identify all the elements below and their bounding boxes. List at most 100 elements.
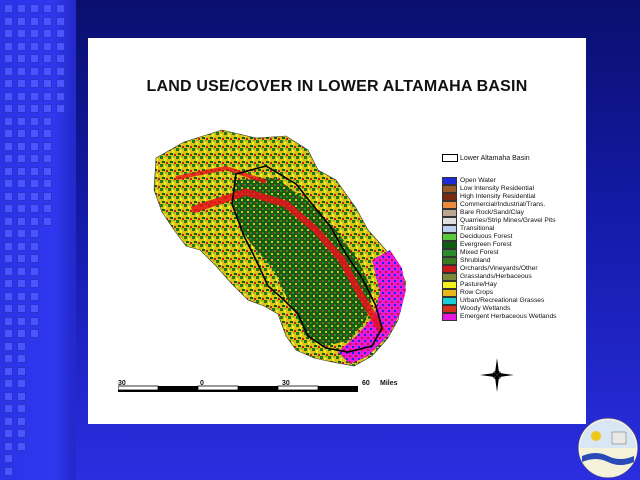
organization-logo-icon bbox=[577, 417, 638, 478]
decorative-square bbox=[17, 141, 26, 151]
decorative-square bbox=[43, 79, 52, 88]
decorative-square bbox=[4, 341, 13, 351]
legend-label: Orchards/Vineyards/Other bbox=[460, 265, 538, 272]
decorative-square bbox=[17, 129, 26, 138]
decorative-square bbox=[4, 154, 13, 163]
legend-item: Quarries/Strip Mines/Gravel Pits bbox=[442, 217, 557, 225]
legend-item: Pasture/Hay bbox=[442, 281, 557, 289]
decorative-square bbox=[17, 304, 26, 313]
decorative-square bbox=[4, 404, 13, 413]
legend-label: Mixed Forest bbox=[460, 249, 499, 256]
legend-item: Row Crops bbox=[442, 289, 557, 297]
legend-item: Shrubland bbox=[442, 257, 557, 265]
decorative-square bbox=[4, 429, 13, 438]
decorative-square bbox=[4, 391, 13, 401]
map-panel: LAND USE/COVER IN LOWER ALTAMAHA BASIN L… bbox=[88, 38, 586, 424]
scale-tick-3: 60 bbox=[362, 380, 370, 387]
legend-label: Low Intensity Residential bbox=[460, 185, 534, 192]
decorative-square bbox=[17, 54, 26, 63]
decorative-square bbox=[4, 254, 13, 263]
legend-label: Woody Wetlands bbox=[460, 305, 511, 312]
decorative-square bbox=[43, 154, 52, 163]
decorative-square bbox=[4, 454, 13, 463]
decorative-square bbox=[17, 204, 26, 213]
decorative-square bbox=[30, 91, 39, 101]
decorative-square bbox=[43, 129, 52, 138]
decorative-square bbox=[4, 416, 13, 426]
legend-label: Grasslands/Herbaceous bbox=[460, 273, 532, 280]
legend-label: Evergreen Forest bbox=[460, 241, 512, 248]
decorative-square bbox=[4, 266, 13, 276]
decorative-square bbox=[17, 241, 26, 251]
decorative-square bbox=[4, 329, 13, 338]
legend-basin-item: Lower Altamaha Basin bbox=[442, 154, 530, 162]
decorative-square bbox=[4, 441, 13, 451]
decorative-square bbox=[17, 116, 26, 126]
decorative-square bbox=[17, 191, 26, 201]
map-title: LAND USE/COVER IN LOWER ALTAMAHA BASIN bbox=[146, 78, 528, 95]
decorative-square bbox=[30, 41, 39, 51]
basin-map bbox=[153, 129, 407, 367]
decorative-square bbox=[4, 16, 13, 26]
decorative-square bbox=[17, 66, 26, 76]
legend-swatch bbox=[442, 265, 457, 273]
decorative-square bbox=[43, 91, 52, 101]
decorative-square bbox=[30, 29, 39, 38]
legend-swatch bbox=[442, 193, 457, 201]
decorative-square bbox=[4, 466, 13, 476]
decorative-square bbox=[30, 54, 39, 63]
decorative-square bbox=[4, 91, 13, 101]
legend-basin-label: Lower Altamaha Basin bbox=[460, 154, 530, 162]
decorative-square bbox=[17, 254, 26, 263]
decorative-square bbox=[56, 91, 65, 101]
legend-label: Transitional bbox=[460, 225, 495, 232]
decorative-square bbox=[17, 291, 26, 301]
scale-tick-1: 0 bbox=[200, 380, 204, 387]
land-cover-legend: Open Water Low Intensity Residential High … bbox=[442, 177, 557, 321]
legend-label: Commercial/Industrial/Trans. bbox=[460, 201, 546, 208]
decorative-square bbox=[17, 166, 26, 176]
decorative-square bbox=[30, 66, 39, 76]
legend-item: Open Water bbox=[442, 177, 557, 185]
legend-label: Deciduous Forest bbox=[460, 233, 513, 240]
legend-swatch bbox=[442, 305, 457, 313]
decorative-square bbox=[4, 291, 13, 301]
decorative-square bbox=[17, 216, 26, 226]
scale-tick-0: 30 bbox=[118, 380, 126, 387]
decorative-square bbox=[30, 266, 39, 276]
decorative-square bbox=[43, 41, 52, 51]
legend-label: Pasture/Hay bbox=[460, 281, 497, 288]
legend-label: Emergent Herbaceous Wetlands bbox=[460, 313, 557, 320]
decorative-square bbox=[4, 204, 13, 213]
decorative-square bbox=[30, 316, 39, 326]
decorative-square bbox=[17, 441, 26, 451]
decorative-square bbox=[17, 379, 26, 388]
decorative-square bbox=[17, 279, 26, 288]
decorative-square bbox=[30, 191, 39, 201]
legend-item: Urban/Recreational Grasses bbox=[442, 297, 557, 305]
legend-swatch bbox=[442, 201, 457, 209]
decorative-square bbox=[17, 354, 26, 363]
decorative-square bbox=[17, 16, 26, 26]
north-arrow-icon bbox=[480, 358, 514, 392]
legend-label: Row Crops bbox=[460, 289, 494, 296]
decorative-square bbox=[4, 129, 13, 138]
decorative-square bbox=[56, 79, 65, 88]
decorative-square bbox=[56, 29, 65, 38]
decorative-square bbox=[43, 216, 52, 226]
decorative-square bbox=[56, 66, 65, 76]
legend-item: Low Intensity Residential bbox=[442, 185, 557, 193]
scale-unit-label: Miles bbox=[380, 380, 398, 387]
legend-swatch bbox=[442, 209, 457, 217]
decorative-square bbox=[17, 316, 26, 326]
decorative-square bbox=[4, 379, 13, 388]
decorative-square bbox=[43, 4, 52, 13]
legend-basin-swatch bbox=[442, 154, 458, 162]
decorative-square bbox=[30, 166, 39, 176]
decorative-square bbox=[4, 104, 13, 113]
decorative-square bbox=[17, 429, 26, 438]
decorative-square bbox=[4, 166, 13, 176]
legend-swatch bbox=[442, 313, 457, 321]
decorative-square bbox=[30, 154, 39, 163]
legend-swatch bbox=[442, 257, 457, 265]
